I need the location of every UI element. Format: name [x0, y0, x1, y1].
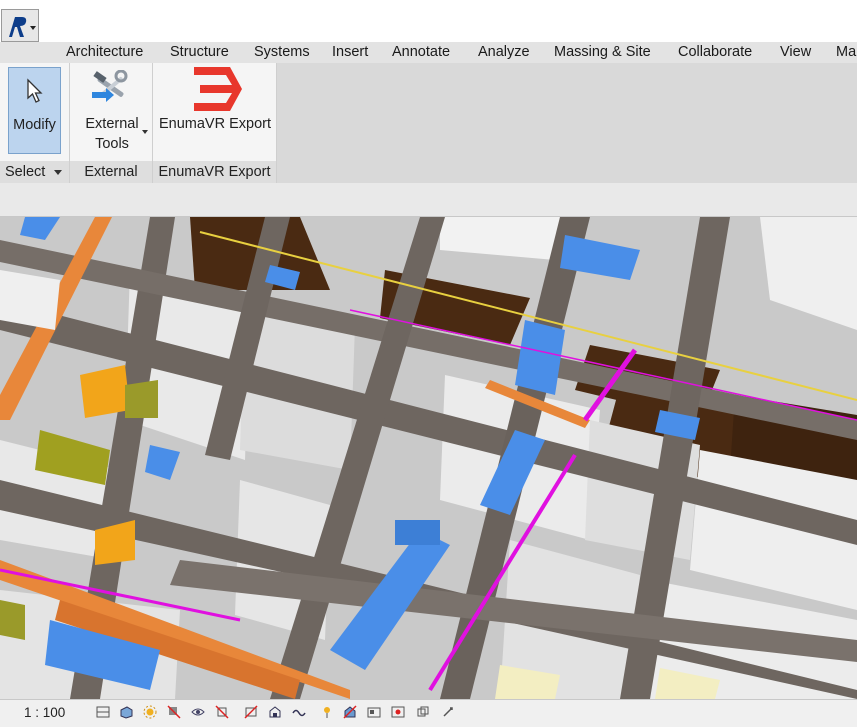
tab-annotate[interactable]: Annotate — [392, 42, 450, 63]
chevron-down-icon — [142, 130, 148, 134]
temporary-hide-icon[interactable] — [292, 705, 306, 719]
worksharing-display-icon[interactable] — [367, 705, 381, 719]
modify-button[interactable]: Modify — [8, 67, 61, 154]
tab-systems[interactable]: Systems — [254, 42, 310, 63]
title-bar — [0, 0, 857, 42]
reveal-hidden-icon[interactable] — [320, 705, 334, 719]
panel-external-label: External — [70, 161, 152, 183]
tab-architecture[interactable]: Architecture — [66, 42, 143, 63]
unlock-3d-icon[interactable] — [268, 705, 282, 719]
tab-collaborate[interactable]: Collaborate — [678, 42, 752, 63]
tab-manage[interactable]: Ma — [836, 42, 856, 63]
constraints-icon[interactable] — [441, 705, 455, 719]
3d-view-canvas[interactable] — [0, 217, 857, 699]
tab-massing-site[interactable]: Massing & Site — [554, 42, 651, 63]
chevron-down-icon — [54, 170, 62, 175]
panel-divider — [276, 63, 277, 183]
hammer-wrench-icon — [92, 70, 128, 102]
panel-select-label[interactable]: Select — [0, 161, 69, 183]
show-crop-icon[interactable] — [244, 705, 258, 719]
tab-structure[interactable]: Structure — [170, 42, 229, 63]
options-bar — [0, 183, 857, 217]
sun-path-icon[interactable] — [143, 705, 157, 719]
detail-level-icon[interactable] — [96, 705, 110, 719]
external-tools-label-line1: External — [85, 116, 139, 132]
visual-style-icon[interactable] — [119, 705, 133, 719]
panel-enumavr-label: EnumaVR Export — [153, 161, 276, 183]
external-tools-button[interactable]: External Tools — [74, 67, 150, 155]
enumavr-export-button[interactable]: EnumaVR Export — [156, 67, 274, 155]
render-icon[interactable] — [191, 705, 205, 719]
building-model-render — [0, 217, 857, 699]
view-scale[interactable]: 1 : 100 — [24, 705, 65, 720]
revit-logo-icon — [9, 17, 36, 37]
application-menu-button[interactable] — [1, 9, 39, 42]
crop-view-icon[interactable] — [215, 705, 229, 719]
tab-view[interactable]: View — [780, 42, 811, 63]
external-tools-label-line2: Tools — [95, 136, 129, 152]
ribbon-empty-area — [277, 63, 857, 183]
ribbon-tab-bar: Architecture Structure Systems Insert An… — [0, 42, 857, 63]
temporary-view-properties-icon[interactable] — [343, 705, 357, 719]
cursor-arrow-icon — [27, 78, 43, 103]
analytical-model-icon[interactable] — [391, 705, 405, 719]
enumavr-export-label: EnumaVR Export — [158, 116, 272, 132]
shadows-icon[interactable] — [167, 705, 181, 719]
modify-label: Modify — [13, 117, 56, 133]
enumavr-logo-icon — [194, 67, 242, 111]
view-control-bar: 1 : 100 — [0, 699, 857, 727]
highlight-displacement-icon[interactable] — [416, 705, 430, 719]
tab-analyze[interactable]: Analyze — [478, 42, 530, 63]
tab-insert[interactable]: Insert — [332, 42, 368, 63]
